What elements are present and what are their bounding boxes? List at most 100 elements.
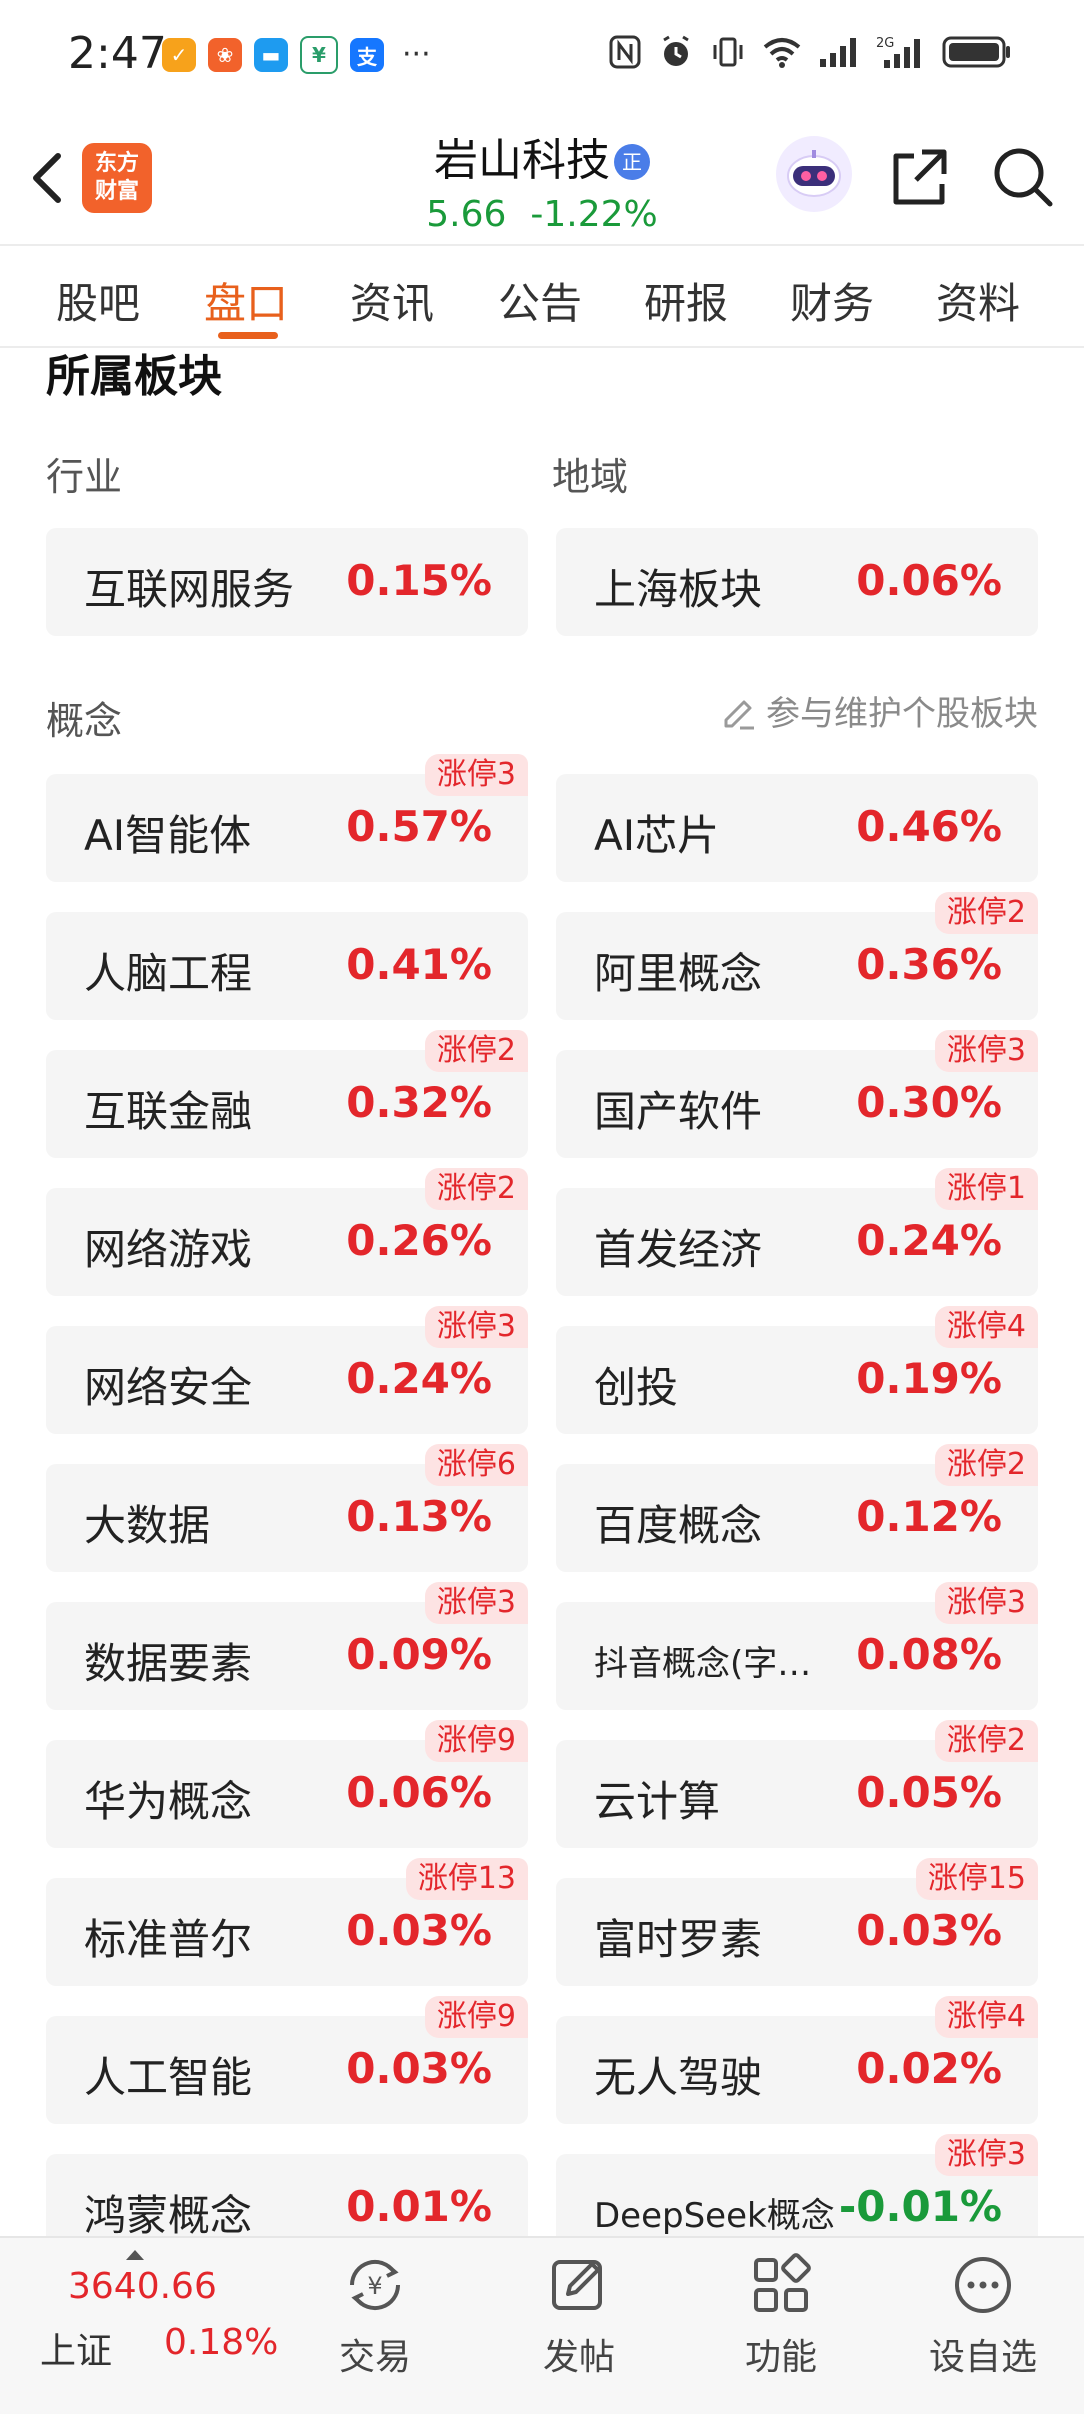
concept-pct: 0.08% bbox=[856, 1630, 1002, 1679]
concept-card[interactable]: 涨停2 百度概念 0.12% bbox=[556, 1444, 1038, 1572]
concept-pct: 0.05% bbox=[856, 1768, 1002, 1817]
concept-name: 网络游戏 bbox=[84, 1225, 253, 1274]
tab-news[interactable]: 资讯 bbox=[350, 270, 434, 331]
stock-header: 东方 财富 岩山科技正 5.66 -1.22% bbox=[0, 110, 1084, 245]
finance-app-icon: ¥ bbox=[300, 36, 338, 74]
nav-functions-label: 功能 bbox=[744, 2337, 817, 2378]
concept-name: AI芯片 bbox=[594, 811, 720, 860]
tab-bar: 股吧 盘口 资讯 公告 研报 财务 资料 bbox=[0, 246, 1084, 346]
alipay-icon: 支 bbox=[350, 38, 384, 72]
concept-name: 抖音概念(字… bbox=[594, 1644, 812, 1684]
search-icon[interactable] bbox=[990, 144, 1056, 210]
concept-label: 概念 bbox=[46, 699, 123, 743]
stock-price: 5.66 bbox=[426, 194, 507, 235]
concept-card[interactable]: 涨停2 网络游戏 0.26% bbox=[46, 1168, 528, 1296]
concept-pct: -0.01% bbox=[838, 2182, 1002, 2231]
tab-guba[interactable]: 股吧 bbox=[56, 270, 140, 331]
concept-card[interactable]: 涨停9 华为概念 0.06% bbox=[46, 1720, 528, 1848]
concept-pct: 0.46% bbox=[856, 802, 1002, 851]
apps-icon: ❀ bbox=[208, 38, 242, 72]
tab-profile[interactable]: 资料 bbox=[936, 270, 1020, 331]
index-value: 3640.66 bbox=[68, 2266, 217, 2307]
bottom-nav-bar: 3640.66 上证 0.18% ¥ 交易 发帖 功能 设自选 bbox=[0, 2236, 1084, 2414]
concept-name: 云计算 bbox=[594, 1777, 721, 1826]
concept-card[interactable]: 涨停15 富时罗素 0.03% bbox=[556, 1858, 1038, 1986]
limit-up-badge: 涨停6 bbox=[424, 1444, 528, 1486]
limit-up-badge: 涨停3 bbox=[424, 1306, 528, 1348]
concept-card[interactable]: 涨停3 国产软件 0.30% bbox=[556, 1030, 1038, 1158]
industry-card[interactable]: 互联网服务 0.15% bbox=[46, 528, 528, 636]
limit-up-badge: 涨停3 bbox=[424, 1582, 528, 1624]
limit-up-badge: 涨停2 bbox=[424, 1168, 528, 1210]
post-icon bbox=[552, 2260, 602, 2310]
nav-trade-label: 交易 bbox=[338, 2337, 411, 2378]
region-card[interactable]: 上海板块 0.06% bbox=[556, 528, 1038, 636]
concept-name: 富时罗素 bbox=[594, 1915, 763, 1964]
concept-card[interactable]: 涨停6 大数据 0.13% bbox=[46, 1444, 528, 1572]
ai-assistant-icon[interactable] bbox=[776, 136, 852, 212]
stock-name: 岩山科技 bbox=[434, 135, 610, 186]
concept-card[interactable]: AI芯片 0.46% bbox=[556, 774, 1038, 882]
concept-pct: 0.13% bbox=[346, 1492, 492, 1541]
concept-pct: 0.41% bbox=[346, 940, 492, 989]
concept-pct: 0.03% bbox=[346, 2044, 492, 2093]
wifi-icon bbox=[763, 38, 801, 68]
limit-up-badge: 涨停2 bbox=[934, 1720, 1038, 1762]
official-badge-icon: 正 bbox=[614, 144, 650, 180]
concept-pct: 0.32% bbox=[346, 1078, 492, 1127]
concept-name: 数据要素 bbox=[84, 1639, 253, 1688]
limit-up-badge: 涨停3 bbox=[934, 1582, 1038, 1624]
concept-card[interactable]: 涨停2 互联金融 0.32% bbox=[46, 1030, 528, 1158]
stock-change: -1.22% bbox=[530, 194, 658, 235]
limit-up-badge: 涨停2 bbox=[424, 1030, 528, 1072]
concept-card[interactable]: 涨停3 数据要素 0.09% bbox=[46, 1582, 528, 1710]
status-app-icons: ✓ ❀ ▬ ¥ 支 ··· bbox=[162, 36, 431, 74]
nav-post[interactable]: 发帖 bbox=[514, 2252, 644, 2380]
concept-name: 华为概念 bbox=[84, 1777, 253, 1826]
concept-card[interactable]: 涨停4 无人驾驶 0.02% bbox=[556, 1996, 1038, 2124]
region-name: 上海板块 bbox=[594, 565, 763, 614]
nav-trade[interactable]: ¥ 交易 bbox=[310, 2252, 440, 2380]
battery-icon bbox=[942, 36, 1010, 68]
concept-card[interactable]: 涨停3 AI智能体 0.57% bbox=[46, 754, 528, 882]
edit-icon bbox=[724, 700, 754, 729]
concept-pct: 0.36% bbox=[856, 940, 1002, 989]
concept-name: AI智能体 bbox=[84, 811, 252, 860]
concept-card[interactable]: 涨停9 人工智能 0.03% bbox=[46, 1996, 528, 2124]
concept-name: 创投 bbox=[594, 1363, 679, 1412]
concept-card[interactable]: 涨停13 标准普尔 0.03% bbox=[46, 1858, 528, 1986]
concept-card[interactable]: 涨停2 阿里概念 0.36% bbox=[556, 892, 1038, 1020]
nav-watchlist[interactable]: 设自选 bbox=[918, 2252, 1048, 2380]
tab-research[interactable]: 研报 bbox=[644, 270, 728, 331]
tab-pankou[interactable]: 盘口 bbox=[204, 270, 288, 331]
section-title: 所属板块 bbox=[46, 351, 222, 402]
concept-name: 国产软件 bbox=[594, 1087, 763, 1136]
concept-pct: 0.57% bbox=[346, 802, 492, 851]
concept-pct: 0.01% bbox=[346, 2182, 492, 2231]
concept-card[interactable]: 涨停3 网络安全 0.24% bbox=[46, 1306, 528, 1434]
limit-up-badge: 涨停2 bbox=[934, 892, 1038, 934]
concept-pct: 0.30% bbox=[856, 1078, 1002, 1127]
limit-up-badge: 涨停13 bbox=[405, 1858, 528, 1900]
limit-up-badge: 涨停9 bbox=[424, 1720, 528, 1762]
tab-finance[interactable]: 财务 bbox=[790, 270, 874, 331]
concept-card[interactable]: 涨停1 首发经济 0.24% bbox=[556, 1168, 1038, 1296]
concept-name: 鸿蒙概念 bbox=[84, 2191, 253, 2240]
trade-icon: ¥ bbox=[349, 2259, 401, 2311]
concept-pct: 0.09% bbox=[346, 1630, 492, 1679]
concept-name: 网络安全 bbox=[84, 1363, 253, 1412]
concept-card[interactable]: 涨停4 创投 0.19% bbox=[556, 1306, 1038, 1434]
message-app-icon: ▬ bbox=[254, 38, 288, 72]
status-indicators: 2G bbox=[608, 34, 1012, 70]
concept-card[interactable]: 人脑工程 0.41% bbox=[46, 912, 528, 1020]
limit-up-badge: 涨停1 bbox=[934, 1168, 1038, 1210]
share-icon[interactable] bbox=[888, 144, 954, 210]
concept-card[interactable]: 涨停3 抖音概念(字… 0.08% bbox=[556, 1582, 1038, 1710]
limit-up-badge: 涨停2 bbox=[934, 1444, 1038, 1486]
nav-post-label: 发帖 bbox=[542, 2337, 615, 2378]
tab-announcements[interactable]: 公告 bbox=[498, 270, 582, 331]
concept-pct: 0.12% bbox=[856, 1492, 1002, 1541]
maintain-sectors-link[interactable]: 参与维护个股板块 bbox=[720, 686, 1038, 735]
concept-card[interactable]: 涨停2 云计算 0.05% bbox=[556, 1720, 1038, 1848]
nav-functions[interactable]: 功能 bbox=[716, 2252, 846, 2380]
